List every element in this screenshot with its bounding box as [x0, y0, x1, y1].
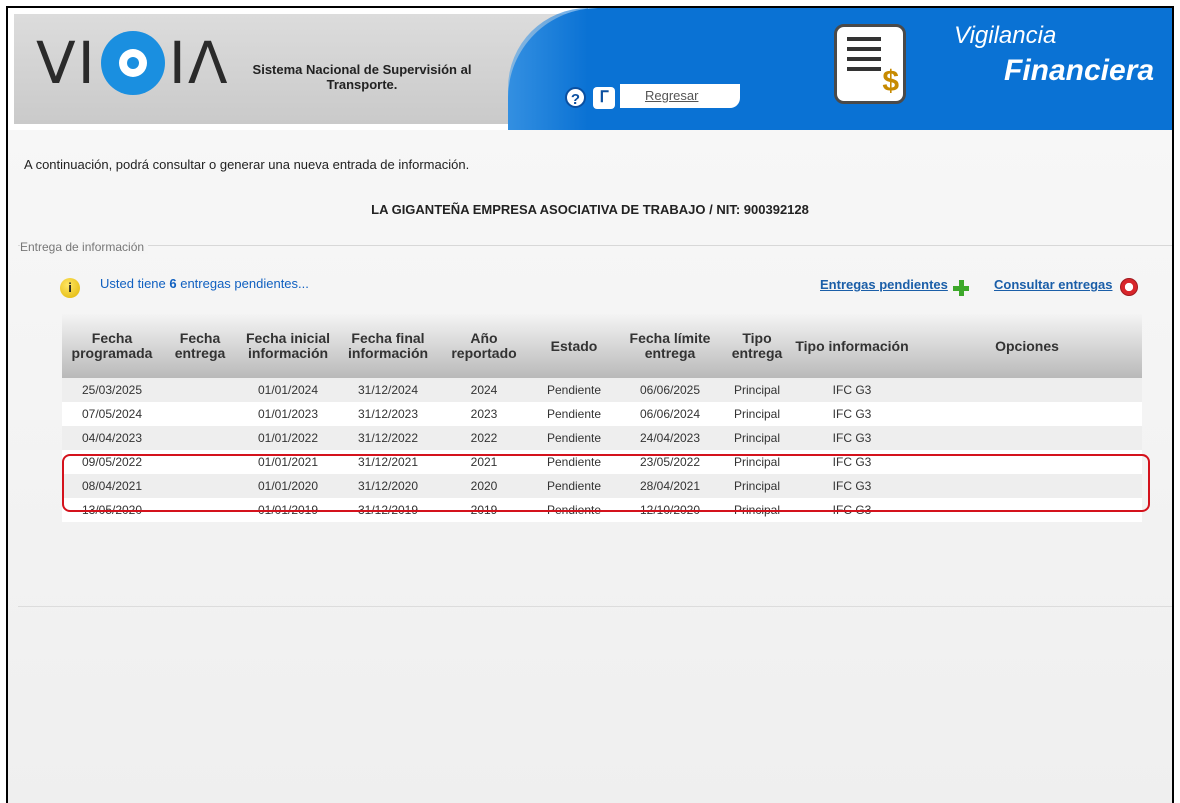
app-window: VI IΛ Sistema Nacional de Supervisión al…	[6, 6, 1174, 803]
vigia-logo: VI IΛ	[36, 28, 230, 98]
system-name: Sistema Nacional de Supervisión al Trans…	[252, 62, 472, 92]
document-dollar-icon: $	[834, 24, 906, 104]
table-cell: IFC G3	[832, 431, 872, 445]
col-fecha-programada: Fecha programada	[71, 330, 153, 361]
col-fecha-inicial: Fecha inicial información	[245, 330, 331, 361]
table-cell	[912, 426, 1142, 450]
pending-prefix: Usted tiene	[100, 276, 170, 291]
table-cell: 06/06/2024	[639, 407, 701, 421]
col-opciones: Opciones	[995, 337, 1059, 354]
table-cell: Pendiente	[546, 383, 602, 397]
table-cell	[912, 378, 1142, 402]
table-cell: 24/04/2023	[639, 431, 701, 445]
table-cell: 31/12/2022	[357, 431, 419, 445]
table-row[interactable]: 07/05/2024 01/01/2023 31/12/2023 2023 Pendie…	[62, 402, 1142, 426]
col-fecha-limite: Fecha límite entrega	[629, 330, 711, 361]
fieldset-legend: Entrega de información	[20, 240, 149, 254]
col-fecha-entrega: Fecha entrega	[174, 330, 226, 361]
table-cell	[162, 378, 238, 402]
table-cell: IFC G3	[832, 383, 872, 397]
table-cell: 04/04/2023	[81, 431, 143, 445]
logo-eye-icon	[100, 31, 165, 95]
table-cell	[162, 426, 238, 450]
table-cell: 01/01/2022	[257, 431, 319, 445]
highlight-box	[62, 454, 1150, 512]
table-cell: Principal	[733, 383, 781, 397]
plus-icon[interactable]	[953, 280, 969, 296]
logo-text-right: IΛ	[168, 29, 230, 97]
table-row[interactable]: 25/03/2025 01/01/2024 31/12/2024 2024 Pendie…	[62, 378, 1142, 402]
table-cell	[162, 402, 238, 426]
module-title-line1: Vigilancia	[954, 22, 1057, 49]
col-estado: Estado	[550, 337, 598, 354]
table-header-row: Fecha programada Fecha entrega Fecha ini…	[62, 314, 1142, 378]
intro-text: A continuación, podrá consultar o genera…	[24, 157, 470, 172]
table-cell: 2024	[470, 383, 498, 397]
col-anio-reportado: Año reportado	[451, 330, 517, 361]
table-cell: IFC G3	[832, 407, 872, 421]
table-row[interactable]: 04/04/2023 01/01/2022 31/12/2022 2022 Pendie…	[62, 426, 1142, 450]
back-icon[interactable]: ᒥ	[593, 87, 615, 109]
pending-deliveries-link[interactable]: Entregas pendientes	[820, 277, 948, 292]
pending-message: Usted tiene 6 entregas pendientes...	[100, 276, 309, 291]
table-cell: Principal	[733, 431, 781, 445]
table-cell: 2022	[470, 431, 498, 445]
table-cell: 31/12/2024	[357, 383, 419, 397]
table-cell	[912, 402, 1142, 426]
pending-count: 6	[169, 276, 177, 291]
back-link[interactable]: Regresar	[645, 88, 698, 103]
table-cell: 31/12/2023	[357, 407, 419, 421]
info-icon: i	[60, 278, 80, 298]
help-icon[interactable]: ?	[565, 87, 586, 108]
logo-text-left: VI	[36, 29, 97, 97]
table-cell: 06/06/2025	[639, 383, 701, 397]
main-content: A continuación, podrá consultar o genera…	[8, 130, 1172, 803]
pending-suffix: entregas pendientes...	[176, 276, 309, 291]
table-cell: 2023	[470, 407, 498, 421]
consult-deliveries-link[interactable]: Consultar entregas	[994, 277, 1112, 292]
col-tipo-entrega: Tipo entrega	[731, 330, 783, 361]
table-cell: Pendiente	[546, 407, 602, 421]
col-tipo-informacion: Tipo información	[795, 337, 909, 354]
header: VI IΛ Sistema Nacional de Supervisión al…	[8, 8, 1172, 130]
search-icon[interactable]	[1120, 278, 1138, 296]
col-fecha-final: Fecha final información	[347, 330, 429, 361]
table-cell: 01/01/2024	[257, 383, 319, 397]
module-title-line2: Financiera	[1004, 54, 1155, 87]
company-title: LA GIGANTEÑA EMPRESA ASOCIATIVA DE TRABA…	[371, 202, 809, 217]
table-cell: 25/03/2025	[81, 383, 143, 397]
table-cell: 07/05/2024	[81, 407, 143, 421]
table-cell: Pendiente	[546, 431, 602, 445]
table-cell: Principal	[733, 407, 781, 421]
table-cell: 01/01/2023	[257, 407, 319, 421]
